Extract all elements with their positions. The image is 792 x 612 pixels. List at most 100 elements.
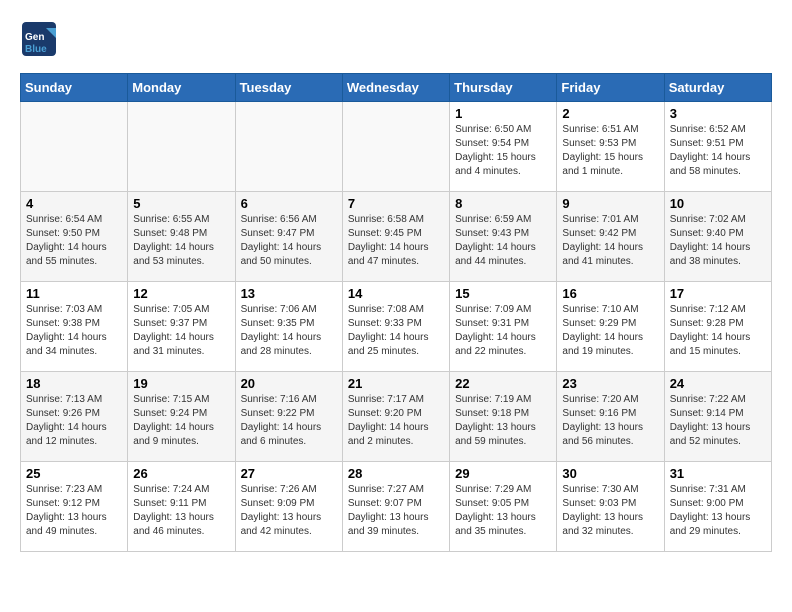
day-info: Sunrise: 7:16 AM Sunset: 9:22 PM Dayligh…	[241, 393, 337, 449]
weekday-header-friday: Friday	[557, 74, 664, 102]
day-info: Sunrise: 7:02 AM Sunset: 9:40 PM Dayligh…	[670, 213, 766, 269]
day-number: 18	[26, 376, 122, 391]
calendar-cell: 3 Sunrise: 6:52 AM Sunset: 9:51 PM Daylig…	[664, 102, 771, 192]
calendar-cell: 16 Sunrise: 7:10 AM Sunset: 9:29 PM Dayli…	[557, 282, 664, 372]
day-number: 2	[562, 106, 658, 121]
day-number: 28	[348, 466, 444, 481]
day-info: Sunrise: 7:17 AM Sunset: 9:20 PM Dayligh…	[348, 393, 444, 449]
calendar-cell: 27 Sunrise: 7:26 AM Sunset: 9:09 PM Dayli…	[235, 462, 342, 552]
calendar-week-row: 1 Sunrise: 6:50 AM Sunset: 9:54 PM Daylig…	[21, 102, 772, 192]
day-number: 29	[455, 466, 551, 481]
calendar-cell: 7 Sunrise: 6:58 AM Sunset: 9:45 PM Daylig…	[342, 192, 449, 282]
calendar-cell: 5Sunrise: 6:55 AM Sunset: 9:48 PM Daylig…	[128, 192, 235, 282]
calendar-cell: 23 Sunrise: 7:20 AM Sunset: 9:16 PM Dayli…	[557, 372, 664, 462]
svg-text:Blue: Blue	[25, 44, 47, 55]
day-number: 3	[670, 106, 766, 121]
day-number: 15	[455, 286, 551, 301]
day-number: 13	[241, 286, 337, 301]
calendar-cell	[235, 102, 342, 192]
calendar-cell: 25 Sunrise: 7:23 AM Sunset: 9:12 PM Dayli…	[21, 462, 128, 552]
calendar-cell: 31Sunrise: 7:31 AM Sunset: 9:00 PM Dayli…	[664, 462, 771, 552]
calendar-cell: 22 Sunrise: 7:19 AM Sunset: 9:18 PM Dayli…	[450, 372, 557, 462]
calendar-header-row: SundayMondayTuesdayWednesdayThursdayFrid…	[21, 74, 772, 102]
day-info: Sunrise: 7:10 AM Sunset: 9:29 PM Dayligh…	[562, 303, 658, 359]
calendar-cell	[21, 102, 128, 192]
day-number: 17	[670, 286, 766, 301]
weekday-header-tuesday: Tuesday	[235, 74, 342, 102]
day-info: Sunrise: 7:01 AM Sunset: 9:42 PM Dayligh…	[562, 213, 658, 269]
day-info: Sunrise: 7:09 AM Sunset: 9:31 PM Dayligh…	[455, 303, 551, 359]
day-info: Sunrise: 6:50 AM Sunset: 9:54 PM Dayligh…	[455, 123, 551, 179]
day-number: 7	[348, 196, 444, 211]
day-info: Sunrise: 6:58 AM Sunset: 9:45 PM Dayligh…	[348, 213, 444, 269]
day-info: Sunrise: 6:52 AM Sunset: 9:51 PM Dayligh…	[670, 123, 766, 179]
logo: Gen Blue	[20, 20, 64, 63]
calendar-cell: 1 Sunrise: 6:50 AM Sunset: 9:54 PM Daylig…	[450, 102, 557, 192]
day-info: Sunrise: 7:20 AM Sunset: 9:16 PM Dayligh…	[562, 393, 658, 449]
day-number: 1	[455, 106, 551, 121]
day-number: 11	[26, 286, 122, 301]
day-info: Sunrise: 7:06 AM Sunset: 9:35 PM Dayligh…	[241, 303, 337, 359]
calendar-table: SundayMondayTuesdayWednesdayThursdayFrid…	[20, 73, 772, 552]
day-info: Sunrise: 6:51 AM Sunset: 9:53 PM Dayligh…	[562, 123, 658, 179]
calendar-cell: 2 Sunrise: 6:51 AM Sunset: 9:53 PM Daylig…	[557, 102, 664, 192]
day-number: 24	[670, 376, 766, 391]
day-number: 31	[670, 466, 766, 481]
day-info: Sunrise: 6:54 AM Sunset: 9:50 PM Dayligh…	[26, 213, 122, 269]
weekday-header-wednesday: Wednesday	[342, 74, 449, 102]
calendar-cell: 9 Sunrise: 7:01 AM Sunset: 9:42 PM Daylig…	[557, 192, 664, 282]
day-number: 8	[455, 196, 551, 211]
calendar-cell	[342, 102, 449, 192]
day-number: 25	[26, 466, 122, 481]
day-info: Sunrise: 7:05 AM Sunset: 9:37 PM Dayligh…	[133, 303, 229, 359]
weekday-header-monday: Monday	[128, 74, 235, 102]
svg-text:Gen: Gen	[25, 32, 44, 43]
calendar-cell: 28 Sunrise: 7:27 AM Sunset: 9:07 PM Dayli…	[342, 462, 449, 552]
calendar-cell: 18Sunrise: 7:13 AM Sunset: 9:26 PM Dayli…	[21, 372, 128, 462]
calendar-cell: 8 Sunrise: 6:59 AM Sunset: 9:43 PM Daylig…	[450, 192, 557, 282]
day-info: Sunrise: 7:19 AM Sunset: 9:18 PM Dayligh…	[455, 393, 551, 449]
page-header: Gen Blue	[20, 20, 772, 63]
day-info: Sunrise: 7:24 AM Sunset: 9:11 PM Dayligh…	[133, 483, 229, 539]
day-info: Sunrise: 7:23 AM Sunset: 9:12 PM Dayligh…	[26, 483, 122, 539]
calendar-cell: 21 Sunrise: 7:17 AM Sunset: 9:20 PM Dayli…	[342, 372, 449, 462]
weekday-header-saturday: Saturday	[664, 74, 771, 102]
day-info: Sunrise: 7:12 AM Sunset: 9:28 PM Dayligh…	[670, 303, 766, 359]
day-info: Sunrise: 7:15 AM Sunset: 9:24 PM Dayligh…	[133, 393, 229, 449]
calendar-cell: 6 Sunrise: 6:56 AM Sunset: 9:47 PM Daylig…	[235, 192, 342, 282]
day-info: Sunrise: 7:08 AM Sunset: 9:33 PM Dayligh…	[348, 303, 444, 359]
calendar-cell: 20Sunrise: 7:16 AM Sunset: 9:22 PM Dayli…	[235, 372, 342, 462]
day-number: 21	[348, 376, 444, 391]
calendar-cell: 14 Sunrise: 7:08 AM Sunset: 9:33 PM Dayli…	[342, 282, 449, 372]
calendar-week-row: 25 Sunrise: 7:23 AM Sunset: 9:12 PM Dayli…	[21, 462, 772, 552]
weekday-header-thursday: Thursday	[450, 74, 557, 102]
day-number: 23	[562, 376, 658, 391]
day-info: Sunrise: 7:27 AM Sunset: 9:07 PM Dayligh…	[348, 483, 444, 539]
day-info: Sunrise: 6:59 AM Sunset: 9:43 PM Dayligh…	[455, 213, 551, 269]
weekday-header-sunday: Sunday	[21, 74, 128, 102]
day-info: Sunrise: 7:22 AM Sunset: 9:14 PM Dayligh…	[670, 393, 766, 449]
calendar-week-row: 18Sunrise: 7:13 AM Sunset: 9:26 PM Dayli…	[21, 372, 772, 462]
day-info: Sunrise: 6:56 AM Sunset: 9:47 PM Dayligh…	[241, 213, 337, 269]
day-number: 30	[562, 466, 658, 481]
day-info: Sunrise: 7:30 AM Sunset: 9:03 PM Dayligh…	[562, 483, 658, 539]
calendar-cell	[128, 102, 235, 192]
calendar-cell: 4Sunrise: 6:54 AM Sunset: 9:50 PM Daylig…	[21, 192, 128, 282]
day-number: 22	[455, 376, 551, 391]
day-number: 16	[562, 286, 658, 301]
calendar-cell: 26Sunrise: 7:24 AM Sunset: 9:11 PM Dayli…	[128, 462, 235, 552]
calendar-cell: 24 Sunrise: 7:22 AM Sunset: 9:14 PM Dayli…	[664, 372, 771, 462]
day-number: 14	[348, 286, 444, 301]
calendar-cell: 13 Sunrise: 7:06 AM Sunset: 9:35 PM Dayli…	[235, 282, 342, 372]
day-number: 19	[133, 376, 229, 391]
day-info: Sunrise: 7:03 AM Sunset: 9:38 PM Dayligh…	[26, 303, 122, 359]
day-number: 27	[241, 466, 337, 481]
day-info: Sunrise: 6:55 AM Sunset: 9:48 PM Dayligh…	[133, 213, 229, 269]
calendar-cell: 30 Sunrise: 7:30 AM Sunset: 9:03 PM Dayli…	[557, 462, 664, 552]
day-number: 9	[562, 196, 658, 211]
day-info: Sunrise: 7:26 AM Sunset: 9:09 PM Dayligh…	[241, 483, 337, 539]
calendar-cell: 15 Sunrise: 7:09 AM Sunset: 9:31 PM Dayli…	[450, 282, 557, 372]
calendar-cell: 12 Sunrise: 7:05 AM Sunset: 9:37 PM Dayli…	[128, 282, 235, 372]
day-number: 6	[241, 196, 337, 211]
day-number: 12	[133, 286, 229, 301]
